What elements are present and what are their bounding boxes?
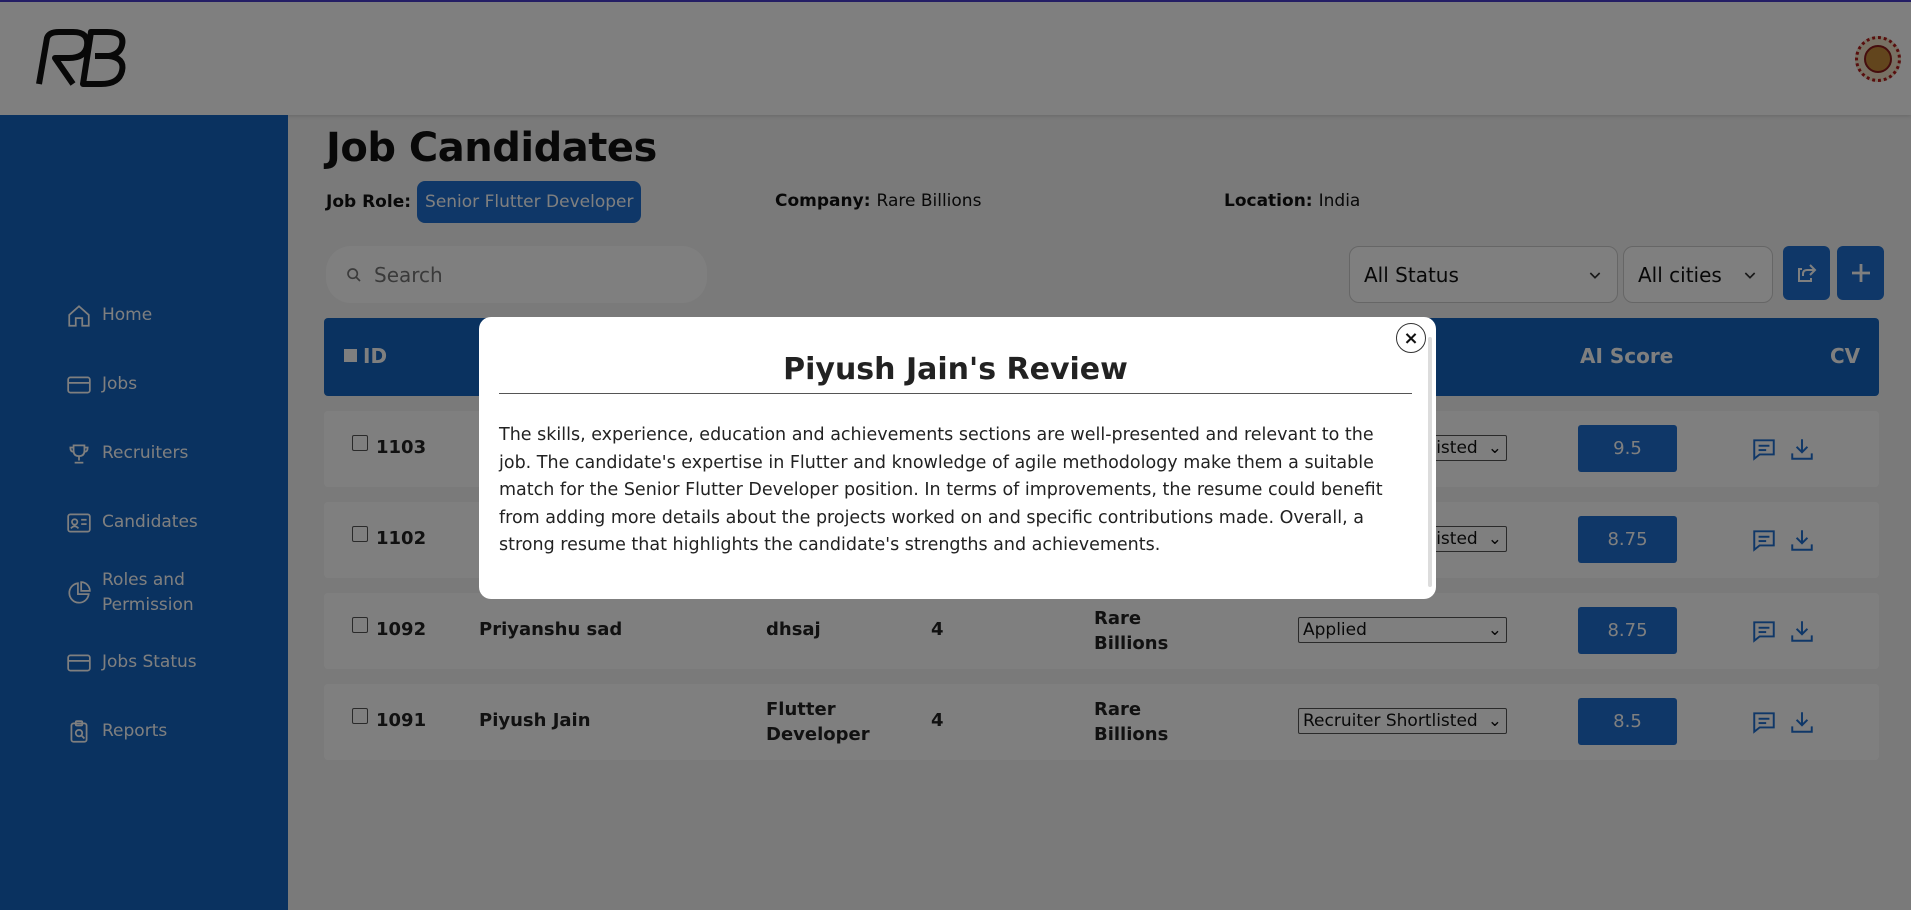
modal-title: Piyush Jain's Review xyxy=(499,352,1412,394)
review-modal: × Piyush Jain's Review The skills, exper… xyxy=(479,317,1436,599)
review-text: The skills, experience, education and ac… xyxy=(499,425,1383,555)
modal-scrollbar[interactable] xyxy=(1428,337,1432,587)
close-modal-button[interactable]: × xyxy=(1396,323,1426,353)
